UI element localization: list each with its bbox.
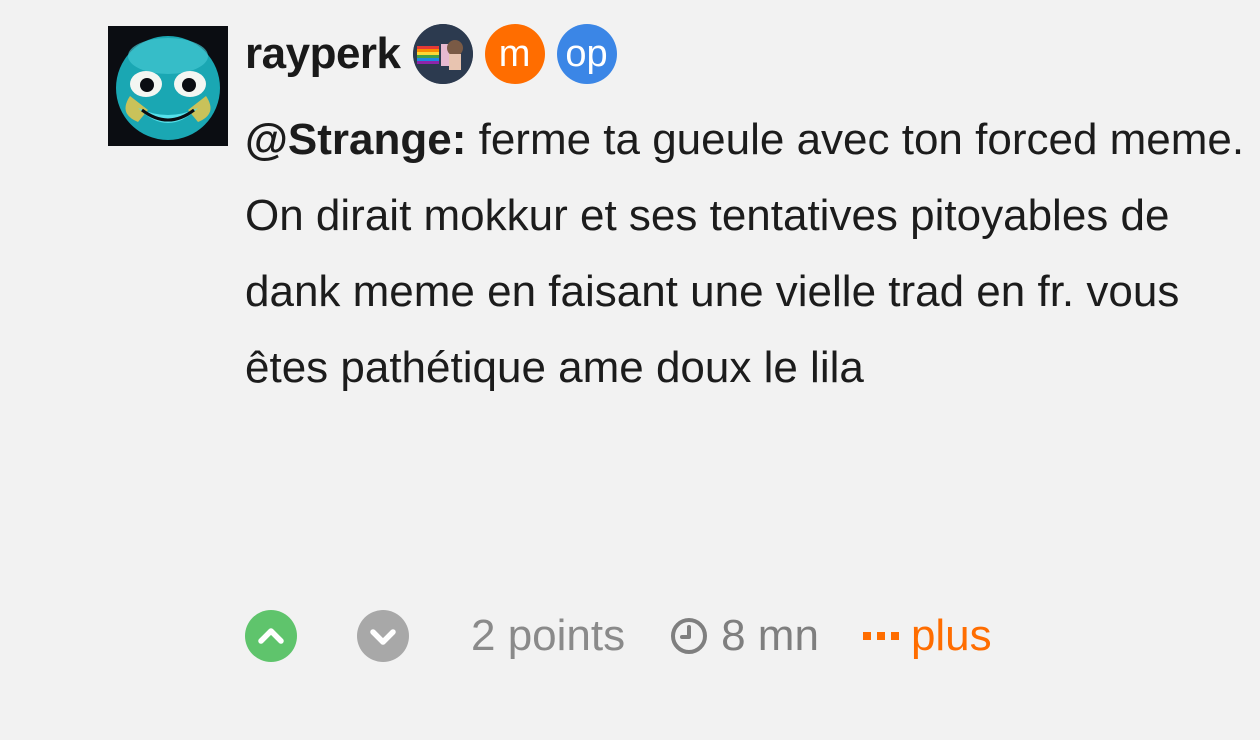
op-badge: op (556, 24, 617, 84)
comment-header: rayperk m op (245, 24, 1245, 84)
timestamp: 8 mn (669, 611, 819, 661)
comment-body: @Strange: ferme ta gueule avec ton force… (245, 102, 1245, 406)
flair-icon (412, 24, 473, 84)
points-count: 2 points (471, 611, 626, 660)
comment-text-1: ferme ta gueule avec ton forced meme. (466, 115, 1245, 164)
avatar-image (108, 26, 228, 146)
upvote-button[interactable] (245, 610, 297, 662)
moderator-badge: m (484, 24, 545, 84)
timestamp-text: 8 mn (721, 611, 819, 660)
chevron-down-icon (370, 629, 396, 645)
comment-paragraph-2: On dirait mokkur et ses tentatives pitoy… (245, 191, 1180, 392)
more-button[interactable]: plus (862, 611, 992, 661)
flair-badge (412, 24, 473, 84)
clock-icon (669, 616, 709, 656)
more-label: plus (910, 611, 992, 660)
downvote-button[interactable] (357, 610, 409, 662)
comment-paragraph-1: @Strange: ferme ta gueule avec ton force… (245, 102, 1245, 178)
dots-icon (862, 630, 901, 642)
chevron-up-icon (258, 628, 284, 644)
avatar[interactable] (108, 26, 228, 146)
comment-actions: 2 points 8 mn plus (245, 608, 992, 664)
comment-content: rayperk m op @Strange: ferme ta gueule a… (245, 24, 1245, 406)
mention-link[interactable]: @Strange: (245, 115, 466, 164)
author-username[interactable]: rayperk (245, 32, 401, 76)
